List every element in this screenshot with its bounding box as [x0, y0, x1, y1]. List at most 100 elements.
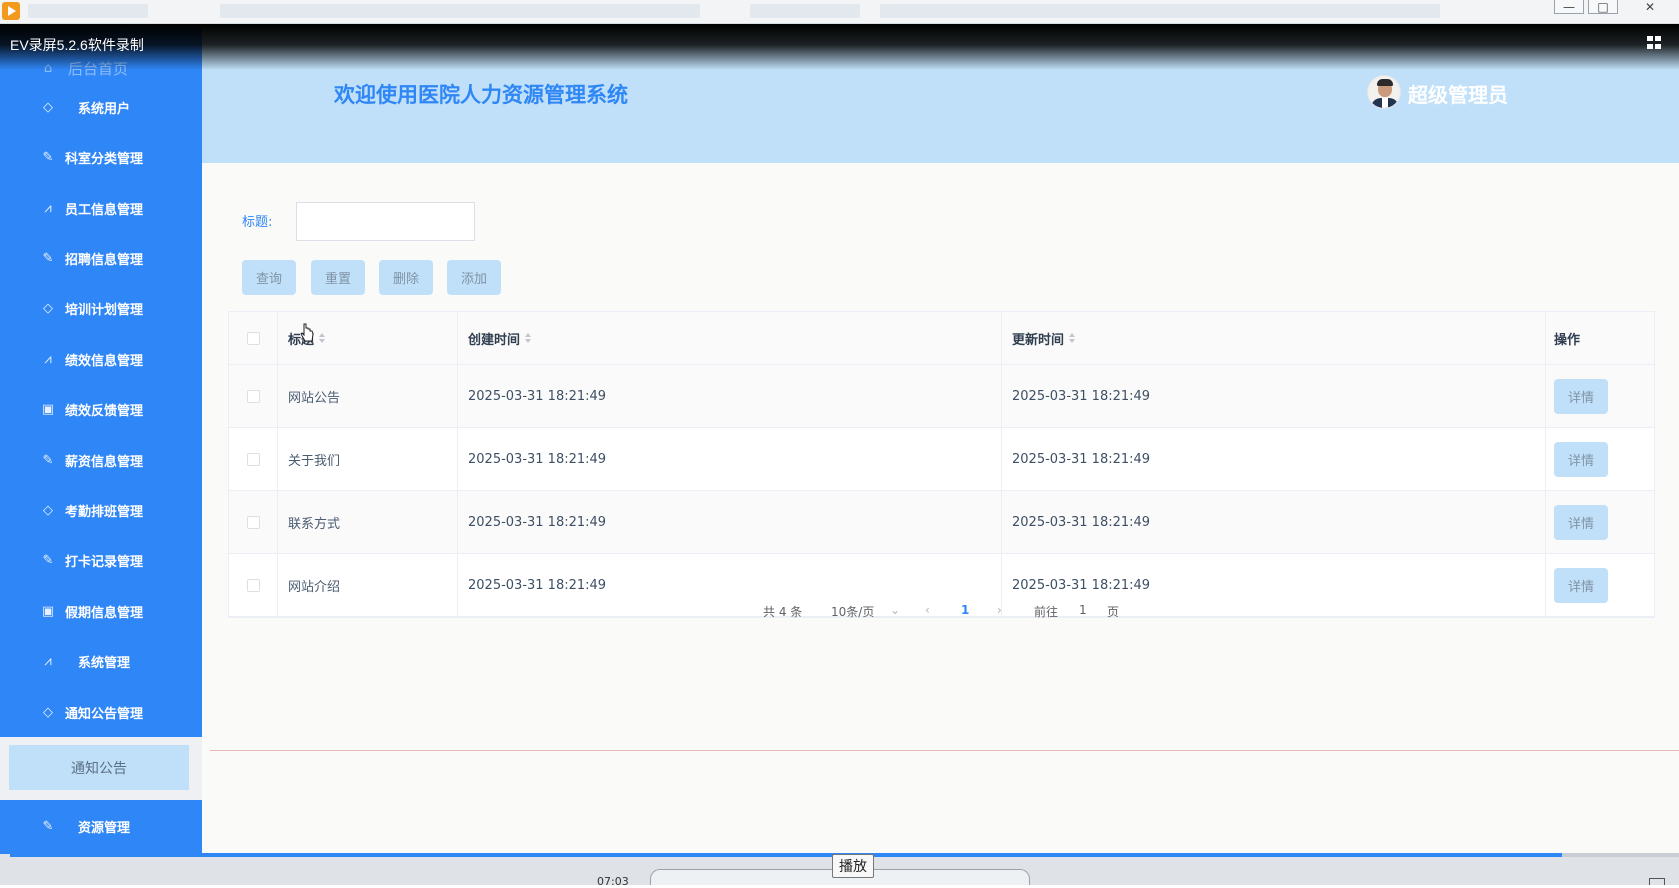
chart-icon: ⩘: [44, 200, 52, 216]
cell-text: 2025-03-31 18:21:49: [468, 451, 607, 467]
page-title: 欢迎使用医院人力资源管理系统: [334, 83, 628, 107]
titlebar-ghost: [880, 4, 1440, 18]
cell-title: 关于我们: [278, 428, 458, 490]
table-row: 关于我们 2025-03-31 18:21:49 2025-03-31 18:21:…: [229, 428, 1654, 491]
sidebar-item-salary[interactable]: ✎ 薪资信息管理: [0, 438, 202, 482]
goto-page-input[interactable]: 1: [1079, 603, 1087, 617]
submenu-item-notice[interactable]: 通知公告: [9, 745, 189, 790]
title-search-input[interactable]: [296, 202, 475, 241]
divider: [210, 750, 1679, 751]
sidebar-item-resource[interactable]: ✎ 资源管理: [0, 804, 202, 848]
sort-icon[interactable]: [525, 333, 532, 343]
sidebar-item-notice-manage[interactable]: ◇ 通知公告管理: [0, 690, 202, 734]
goto-suffix: 页: [1107, 605, 1120, 619]
diamond-icon: ◇: [43, 704, 53, 720]
cell-text: 2025-03-31 18:21:49: [1012, 451, 1151, 467]
cell-actions: 详情: [1546, 428, 1654, 490]
detail-button[interactable]: 详情: [1554, 567, 1608, 603]
column-header-created[interactable]: 创建时间: [458, 312, 1002, 364]
pagination: 共 4 条 10条/页 ⌄ ‹ 1 › 前往 1 页: [202, 601, 1679, 621]
sidebar-item-system-users[interactable]: ◇ 系统用户: [0, 85, 202, 129]
sidebar-item-performance-feedback[interactable]: ▣ 绩效反馈管理: [0, 387, 202, 431]
row-checkbox[interactable]: [246, 452, 260, 466]
row-select-cell: [229, 428, 278, 490]
row-select-cell: [229, 365, 278, 427]
column-header-updated[interactable]: 更新时间: [1002, 312, 1546, 364]
minimize-button[interactable]: —: [1554, 0, 1584, 14]
sidebar-item-clock-in[interactable]: ✎ 打卡记录管理: [0, 538, 202, 582]
detail-button[interactable]: 详情: [1554, 441, 1608, 477]
current-page[interactable]: 1: [961, 603, 969, 617]
prev-page-icon[interactable]: ‹: [925, 603, 930, 617]
select-all-cell: [229, 312, 278, 364]
detail-button[interactable]: 详情: [1554, 504, 1608, 540]
delete-button[interactable]: 删除: [379, 260, 433, 295]
collapse-grid-icon[interactable]: [1647, 36, 1665, 50]
avatar[interactable]: [1367, 75, 1401, 109]
sidebar-item-performance[interactable]: ⩘ 绩效信息管理: [0, 337, 202, 381]
sidebar-item-attendance[interactable]: ◇ 考勤排班管理: [0, 488, 202, 532]
chart-icon: ⩘: [44, 653, 52, 669]
sidebar-item-label: 员工信息管理: [65, 202, 144, 218]
sidebar-item-employee[interactable]: ⩘ 员工信息管理: [0, 186, 202, 230]
table-header-row: 标题 创建时间 更新时间 操作: [229, 312, 1654, 365]
diamond-icon: ◇: [43, 502, 53, 518]
chart-icon: ⩘: [44, 351, 52, 367]
sort-icon[interactable]: [319, 333, 326, 343]
edit-icon: ✎: [42, 552, 54, 568]
sidebar-item-label: 薪资信息管理: [65, 454, 144, 470]
cell-text: 网站公告: [288, 390, 341, 406]
row-checkbox[interactable]: [246, 389, 260, 403]
cell-text: 2025-03-31 18:21:49: [1012, 388, 1151, 404]
sidebar-submenu: 通知公告: [0, 737, 202, 800]
sidebar-item-label: 系统管理: [78, 655, 131, 671]
page-size-select[interactable]: 10条/页: [831, 603, 874, 620]
cell-created: 2025-03-31 18:21:49: [458, 365, 1002, 427]
cell-created: 2025-03-31 18:21:49: [458, 491, 1002, 553]
sidebar-item-department[interactable]: ✎ 科室分类管理: [0, 135, 202, 179]
edit-icon: ✎: [42, 818, 54, 834]
bookmark-icon: ▣: [41, 401, 55, 417]
sidebar-item-label: 假期信息管理: [65, 605, 144, 621]
user-name[interactable]: 超级管理员: [1408, 79, 1508, 108]
cell-title: 联系方式: [278, 491, 458, 553]
cell-text: 2025-03-31 18:21:49: [468, 577, 607, 593]
sidebar-item-system-manage[interactable]: ⩘ 系统管理: [0, 639, 202, 683]
next-page-icon[interactable]: ›: [997, 603, 1002, 617]
titlebar-ghost: [750, 4, 860, 18]
cell-title: 网站公告: [278, 365, 458, 427]
sidebar-item-label: 招聘信息管理: [65, 252, 144, 268]
table-row: 联系方式 2025-03-31 18:21:49 2025-03-31 18:21:…: [229, 491, 1654, 554]
diamond-icon: ◇: [43, 99, 53, 115]
maximize-button[interactable]: □: [1588, 0, 1618, 14]
row-checkbox[interactable]: [246, 515, 260, 529]
reset-button[interactable]: 重置: [311, 260, 365, 295]
playback-time: 07:03: [597, 875, 629, 888]
sidebar-item-label: 打卡记录管理: [65, 554, 144, 570]
row-checkbox[interactable]: [246, 578, 260, 592]
mouse-cursor-icon: [300, 323, 314, 342]
cell-text: 关于我们: [288, 453, 341, 469]
cell-text: 联系方式: [288, 516, 341, 532]
close-button[interactable]: ✕: [1635, 0, 1665, 14]
cell-created: 2025-03-31 18:21:49: [458, 428, 1002, 490]
sidebar: ⌂ 后台首页 ◇ 系统用户 ✎ 科室分类管理 ⩘ 员工信息管理 ✎ 招聘信息管理…: [0, 24, 202, 854]
sort-icon[interactable]: [1069, 333, 1076, 343]
sidebar-item-label: 系统用户: [78, 101, 131, 117]
detail-button[interactable]: 详情: [1554, 378, 1608, 414]
sidebar-item-recruitment[interactable]: ✎ 招聘信息管理: [0, 236, 202, 280]
sidebar-item-label: 绩效反馈管理: [65, 403, 144, 419]
chevron-down-icon[interactable]: ⌄: [890, 603, 900, 617]
column-header-label: 操作: [1554, 332, 1581, 348]
recording-banner: [0, 24, 1679, 70]
query-button[interactable]: 查询: [242, 260, 296, 295]
sidebar-item-holiday[interactable]: ▣ 假期信息管理: [0, 589, 202, 633]
select-all-checkbox[interactable]: [246, 331, 260, 345]
sidebar-item-label: 培训计划管理: [65, 302, 144, 318]
sidebar-item-training[interactable]: ◇ 培训计划管理: [0, 286, 202, 330]
sidebar-item-label: 科室分类管理: [65, 151, 144, 167]
add-button[interactable]: 添加: [447, 260, 501, 295]
notice-table: 标题 创建时间 更新时间 操作 网站公告 2025-03-31 18:21:49 2…: [228, 311, 1655, 618]
fullscreen-icon[interactable]: [1649, 878, 1665, 885]
titlebar-ghost: [220, 4, 700, 18]
